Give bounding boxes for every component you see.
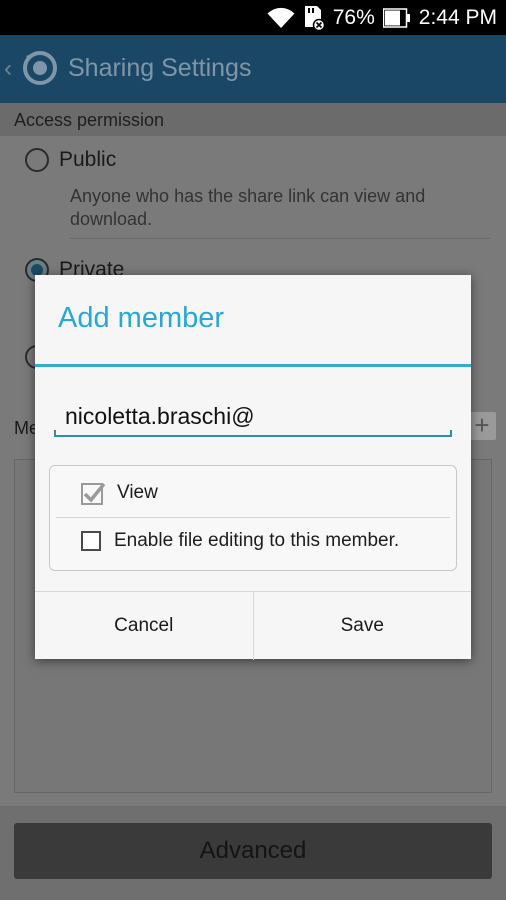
permission-options: View Enable file editing to this member. [49,465,457,571]
public-radio[interactable] [25,148,49,172]
edit-option[interactable]: Enable file editing to this member. [50,518,456,564]
dialog-buttons: Cancel Save [35,591,471,660]
battery-icon [382,7,411,28]
public-description: Anyone who has the share link can view a… [70,186,426,229]
cancel-button[interactable]: Cancel [35,592,253,660]
view-option[interactable]: View [50,470,456,516]
wifi-icon [267,7,295,29]
view-checkbox[interactable] [81,481,106,505]
back-chevron-icon[interactable]: ‹ [4,55,12,83]
status-bar: 76% 2:44 PM [0,0,506,35]
member-email-input[interactable] [54,395,451,437]
plus-icon[interactable]: + [468,412,496,440]
app-icon[interactable] [22,50,58,91]
clock: 2:44 PM [418,5,497,29]
save-button[interactable]: Save [252,592,472,660]
edit-checkbox[interactable] [81,531,101,551]
battery-percent: 76% [332,5,375,29]
sd-card-icon [303,5,325,31]
advanced-button[interactable]: Advanced [14,823,492,879]
access-permission-header: Access permission [0,103,506,136]
page-title: Sharing Settings [68,54,252,82]
dialog-title: Add member [58,302,225,334]
checkmark-icon [81,482,106,505]
view-label: View [117,482,158,503]
input-underline [54,430,452,437]
add-member-dialog: Add member View Enable file editing to t… [35,275,471,660]
public-label: Public [59,148,117,171]
divider [70,238,490,239]
edit-label: Enable file editing to this member. [114,530,400,551]
dialog-title-divider [35,364,471,367]
action-bar: ‹ Sharing Settings [0,35,506,103]
